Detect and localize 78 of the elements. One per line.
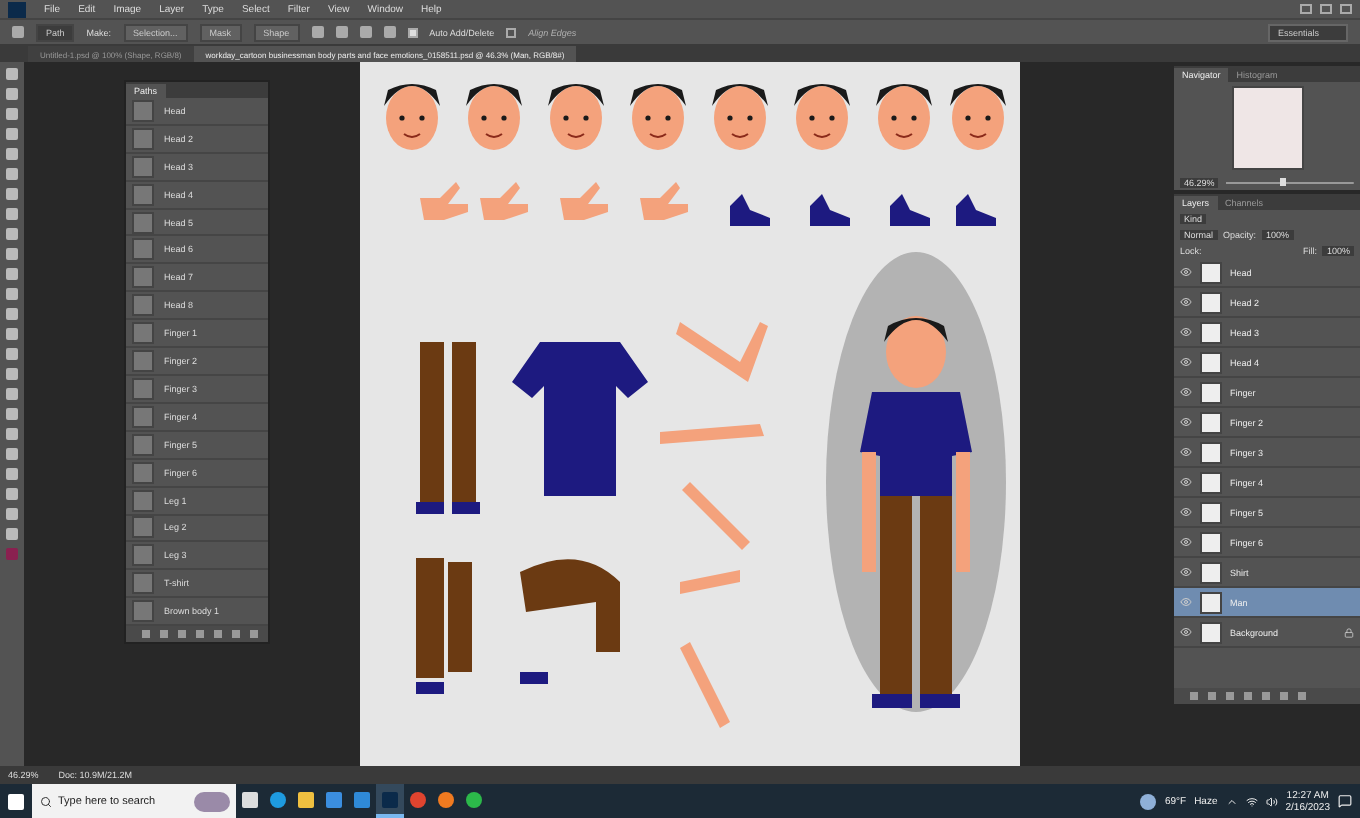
visibility-eye-icon[interactable] (1180, 476, 1192, 488)
canvas-preview (1231, 86, 1303, 170)
cartoon-head-drawing (876, 84, 932, 150)
layer-thumbnail (1200, 441, 1222, 463)
arm-drawing (660, 424, 764, 444)
auto-add-delete-checkbox[interactable] (407, 27, 418, 37)
layer-thumbnail (1200, 501, 1222, 523)
visibility-eye-icon[interactable] (1180, 506, 1192, 518)
visibility-eye-icon[interactable] (1180, 266, 1192, 278)
visibility-eye-icon[interactable] (1180, 446, 1192, 458)
visibility-eye-icon[interactable] (1180, 416, 1192, 428)
path-thumbnail (132, 461, 154, 484)
path-thumbnail (132, 405, 154, 428)
shoe-drawing (956, 194, 996, 226)
layer-thumbnail (1200, 261, 1222, 283)
visibility-eye-icon[interactable] (1180, 296, 1192, 308)
zoom-slider[interactable] (1226, 178, 1354, 186)
layer-thumbnail (1200, 531, 1222, 553)
path-thumbnail (132, 183, 154, 206)
shoe-drawing (890, 194, 930, 226)
path-thumbnail (132, 600, 154, 623)
shoe-drawing (730, 194, 770, 226)
volume-icon[interactable] (1265, 795, 1278, 807)
path-thumbnail (132, 350, 154, 373)
visibility-eye-icon[interactable] (1180, 566, 1192, 578)
layer-thumbnail (1200, 291, 1222, 313)
minimize-button[interactable] (1300, 4, 1312, 14)
path-thumbnail (132, 294, 154, 317)
path-thumbnail (132, 99, 154, 122)
layer-thumbnail (1200, 561, 1222, 583)
cartoon-head-drawing (794, 84, 850, 150)
cartoon-head-drawing (712, 84, 768, 150)
layer-thumbnail (1200, 351, 1222, 373)
hand-drawing (640, 182, 688, 220)
arm-drawing (682, 482, 750, 550)
path-thumbnail (132, 127, 154, 150)
hand-drawing (420, 182, 468, 220)
visibility-eye-icon[interactable] (1180, 626, 1192, 638)
notifications-icon[interactable] (1338, 794, 1352, 808)
path-thumbnail (132, 322, 154, 345)
restore-button[interactable] (1320, 4, 1332, 14)
path-thumbnail (132, 377, 154, 400)
cartoon-head-drawing (384, 84, 440, 150)
cartoon-head-drawing (466, 84, 522, 150)
visibility-eye-icon[interactable] (1180, 596, 1192, 608)
layer-thumbnail (1200, 381, 1222, 403)
layer-thumbnail (1200, 321, 1222, 343)
cartoon-head-drawing (630, 84, 686, 150)
path-thumbnail (132, 266, 154, 289)
layer-thumbnail (1200, 411, 1222, 433)
visibility-eye-icon[interactable] (1180, 356, 1192, 368)
path-thumbnail (132, 544, 154, 567)
visibility-eye-icon[interactable] (1180, 536, 1192, 548)
path-thumbnail (132, 516, 154, 539)
path-thumbnail (132, 238, 154, 261)
slider-thumb[interactable] (1280, 178, 1287, 186)
path-thumbnail (132, 155, 154, 178)
cartoon-head-drawing (548, 84, 604, 150)
close-button[interactable] (1340, 4, 1352, 14)
cartoon-head-drawing (950, 84, 1006, 150)
shoe-drawing (810, 194, 850, 226)
network-icon[interactable] (1245, 795, 1258, 807)
path-thumbnail (132, 572, 154, 595)
search-icon (40, 795, 52, 807)
foreground-color-swatch[interactable] (6, 548, 18, 560)
visibility-eye-icon[interactable] (1180, 386, 1192, 398)
hand-drawing (560, 182, 608, 220)
layer-thumbnail (1200, 621, 1222, 643)
path-thumbnail (132, 489, 154, 512)
layer-thumbnail (1200, 591, 1222, 613)
path-thumbnail (132, 433, 154, 456)
arm-drawing (676, 322, 768, 382)
chevron-up-icon[interactable] (1225, 795, 1238, 807)
path-thumbnail (132, 211, 154, 234)
visibility-eye-icon[interactable] (1180, 326, 1192, 338)
layer-thumbnail (1200, 471, 1222, 493)
taskbar-app-icon[interactable] (376, 784, 404, 818)
hand-drawing (480, 182, 528, 220)
